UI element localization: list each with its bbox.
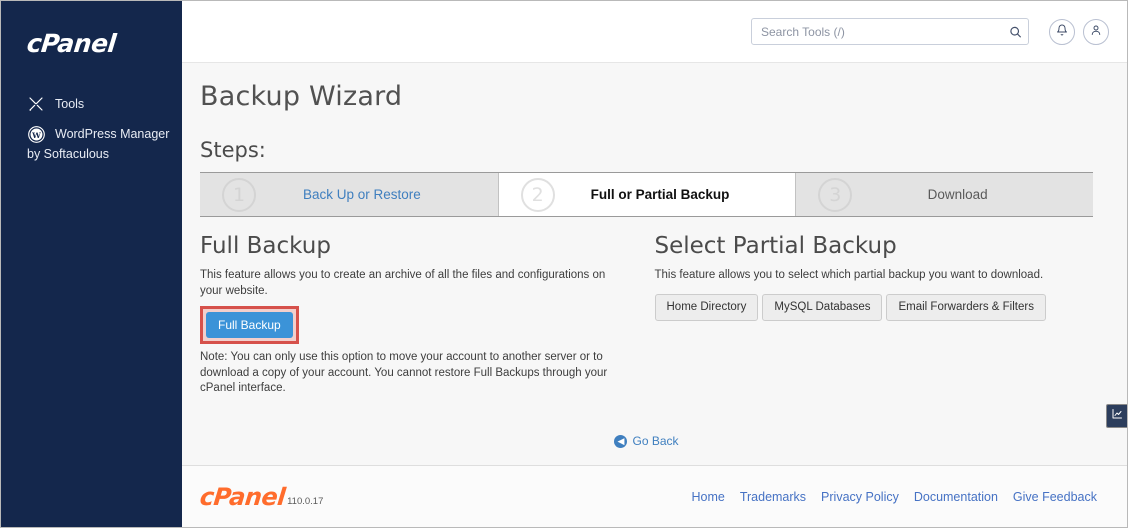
- page-content: Backup Wizard Steps: 1 Back Up or Restor…: [182, 63, 1127, 465]
- sidebar: cPanel Tools W WordPress Manager by Soft…: [1, 1, 181, 527]
- main-region: Backup Wizard Steps: 1 Back Up or Restor…: [181, 1, 1127, 527]
- arrow-left-circle-icon: ◀: [614, 434, 628, 448]
- steps-heading: Steps:: [200, 138, 266, 162]
- user-icon: [1090, 24, 1102, 39]
- partial-backup-options: Home Directory MySQL Databases Email For…: [654, 293, 1076, 322]
- go-back-link[interactable]: ◀ Go Back: [614, 434, 679, 449]
- cpanel-logo: cPanel: [25, 29, 118, 58]
- wordpress-icon: W: [27, 125, 45, 143]
- step-back-up-or-restore[interactable]: 1 Back Up or Restore: [200, 173, 498, 216]
- step-full-or-partial-backup[interactable]: 2 Full or Partial Backup: [497, 173, 796, 216]
- full-backup-section: Full Backup This feature allows you to c…: [200, 233, 647, 397]
- page-title: Backup Wizard: [200, 81, 403, 112]
- step-number-1: 1: [222, 177, 256, 212]
- account-button[interactable]: [1083, 18, 1109, 45]
- page-footer: cPanel 110.0.17 Home Trademarks Privacy …: [182, 465, 1127, 527]
- footer-cpanel-logo: cPanel: [198, 482, 287, 511]
- go-back-row: ◀ Go Back: [200, 431, 1093, 449]
- step-number-2: 2: [520, 177, 555, 212]
- sidebar-item-wordpress-manager[interactable]: W WordPress Manager: [1, 119, 181, 149]
- step-number-3: 3: [818, 177, 853, 212]
- partial-backup-description: This feature allows you to select which …: [654, 269, 1044, 281]
- full-backup-highlight: Full Backup: [200, 306, 299, 345]
- full-backup-note: Note: You can only use this option to mo…: [200, 351, 608, 395]
- bell-icon: [1056, 24, 1068, 39]
- partial-backup-option-home-directory[interactable]: Home Directory: [654, 293, 759, 322]
- sidebar-subtitle: by Softaculous: [27, 147, 109, 161]
- full-backup-description: This feature allows you to create an arc…: [200, 269, 606, 297]
- cpanel-app-window: cPanel Tools W WordPress Manager by Soft…: [0, 0, 1128, 528]
- step-download[interactable]: 3 Download: [795, 173, 1093, 216]
- side-panel-toggle[interactable]: [1106, 404, 1127, 428]
- footer-link-privacy-policy[interactable]: Privacy Policy: [821, 490, 899, 504]
- footer-link-give-feedback[interactable]: Give Feedback: [1013, 490, 1097, 504]
- footer-link-home[interactable]: Home: [691, 490, 724, 504]
- partial-backup-section: Select Partial Backup This feature allow…: [647, 233, 1094, 397]
- footer-link-documentation[interactable]: Documentation: [914, 490, 998, 504]
- sidebar-item-label-tools: Tools: [55, 96, 85, 111]
- footer-version: 110.0.17: [287, 495, 324, 507]
- partial-backup-option-mysql-databases[interactable]: MySQL Databases: [762, 293, 883, 322]
- top-header: [182, 1, 1127, 63]
- sidebar-item-tools[interactable]: Tools: [1, 89, 181, 119]
- svg-text:W: W: [31, 130, 41, 139]
- partial-backup-heading: Select Partial Backup: [654, 233, 897, 259]
- search-icon[interactable]: [1009, 25, 1022, 38]
- sidebar-brand[interactable]: cPanel: [1, 21, 181, 73]
- chart-icon: [1111, 407, 1123, 425]
- step-label-3: Download: [927, 187, 988, 202]
- step-label-1: Back Up or Restore: [302, 187, 421, 202]
- tools-icon: [27, 95, 45, 113]
- sidebar-nav: Tools W WordPress Manager by Softaculous: [1, 89, 181, 161]
- steps-bar: 1 Back Up or Restore 2 Full or Partial B…: [200, 172, 1093, 217]
- footer-links: Home Trademarks Privacy Policy Documenta…: [691, 490, 1097, 504]
- partial-backup-option-email-forwarders-filters[interactable]: Email Forwarders & Filters: [886, 293, 1046, 322]
- footer-link-trademarks[interactable]: Trademarks: [740, 490, 806, 504]
- search-container: [751, 18, 1029, 45]
- go-back-label: Go Back: [632, 434, 679, 449]
- backup-options-columns: Full Backup This feature allows you to c…: [200, 233, 1093, 397]
- step-label-2: Full or Partial Backup: [590, 187, 730, 202]
- full-backup-heading: Full Backup: [200, 233, 331, 259]
- full-backup-button[interactable]: Full Backup: [206, 312, 293, 339]
- search-input[interactable]: [751, 18, 1029, 45]
- footer-brand: cPanel 110.0.17: [198, 482, 324, 511]
- sidebar-item-label-wordpress-manager: WordPress Manager: [55, 126, 170, 141]
- notifications-button[interactable]: [1049, 18, 1075, 45]
